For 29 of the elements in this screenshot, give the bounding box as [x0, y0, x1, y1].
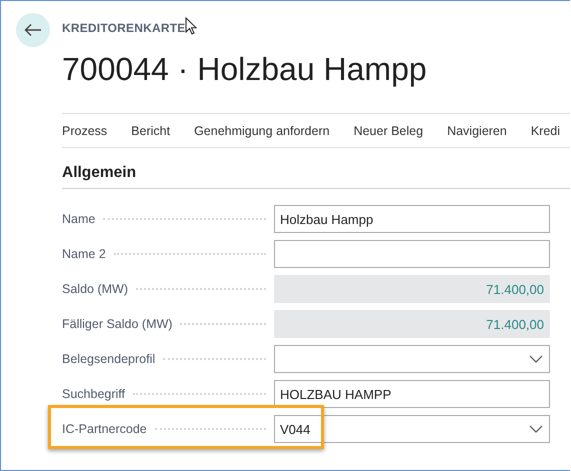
back-button[interactable]: [16, 13, 50, 47]
action-menu-item[interactable]: Navigieren: [447, 124, 507, 138]
field-value: V044: [280, 422, 310, 436]
input-field[interactable]: Holzbau Hampp: [274, 205, 550, 233]
field-label: Name: [62, 212, 96, 226]
field-label: Belegsendeprofil: [62, 352, 156, 366]
back-arrow-icon: [24, 23, 42, 37]
chevron-down-icon: [529, 425, 543, 433]
action-menu-item[interactable]: Neuer Beleg: [354, 124, 424, 138]
action-menu-item[interactable]: Bericht: [131, 124, 170, 138]
mouse-cursor-icon: [185, 17, 198, 35]
field-label: Suchbegriff: [62, 387, 126, 401]
action-menu-item[interactable]: Genehmigung anfordern: [194, 124, 330, 138]
readonly-field: 71.400,00: [274, 310, 550, 338]
readonly-field: 71.400,00: [274, 275, 550, 303]
action-menu-item[interactable]: Kredi: [530, 124, 560, 138]
chevron-down-icon: [529, 355, 543, 363]
section-header[interactable]: Allgemein: [62, 164, 570, 189]
input-field[interactable]: HOLZBAU HAMPP: [274, 380, 550, 408]
input-field[interactable]: [274, 240, 550, 268]
dropdown-field[interactable]: V044: [274, 415, 550, 443]
field-label: Saldo (MW): [62, 282, 128, 296]
action-menu-item[interactable]: Prozess: [62, 124, 108, 138]
field-label: IC-Partnercode: [62, 422, 147, 436]
field-label: Name 2: [62, 247, 106, 261]
field-label: Fälliger Saldo (MW): [62, 317, 172, 331]
page-title: 700044 · Holzbau Hampp: [62, 51, 428, 89]
dropdown-field[interactable]: [274, 345, 550, 373]
page-caption: KREDITORENKARTE: [62, 21, 186, 35]
